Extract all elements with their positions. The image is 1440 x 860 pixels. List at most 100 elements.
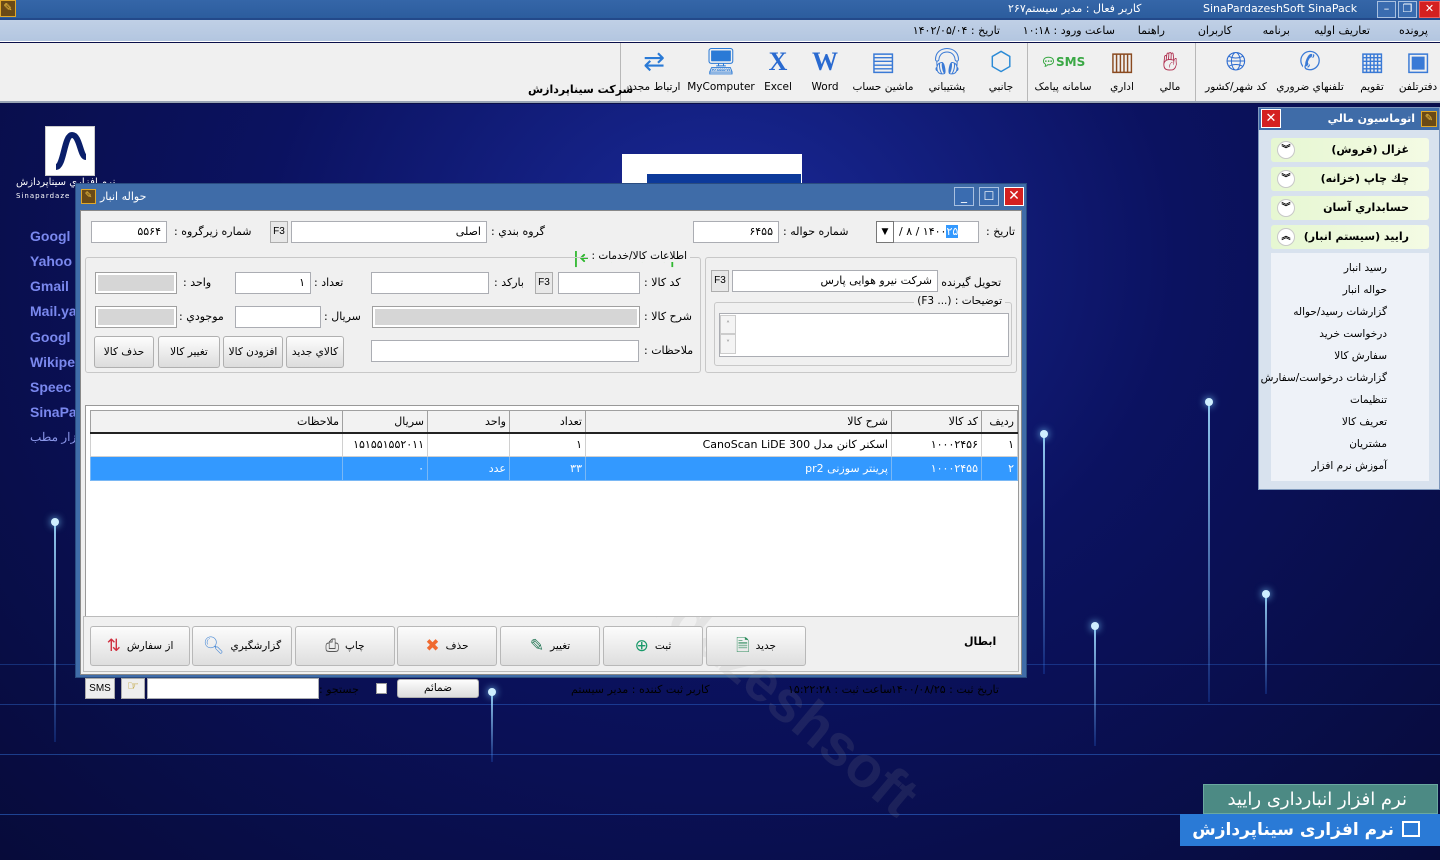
attachments-button[interactable]: ضمائم (397, 679, 479, 698)
group-ghazal-sales[interactable]: غزال (فروش) ︾ (1271, 138, 1429, 162)
toolbar-area-codes[interactable]: 🌐︎ کد شهر/کشور (1200, 43, 1272, 101)
submenu-item[interactable]: تنظیمات (1350, 394, 1387, 406)
item-lookup-button[interactable]: F3 (535, 272, 553, 294)
stock-label: موجودي : (179, 310, 224, 323)
add-item-button[interactable]: افزودن کالا (223, 336, 283, 368)
pointer-hand-icon[interactable]: ☞ (121, 678, 145, 699)
chevron-down-icon[interactable]: ︾ (1277, 141, 1295, 159)
submenu-item[interactable]: مشتریان (1349, 438, 1387, 450)
search-input[interactable] (147, 678, 319, 699)
toolbar-word[interactable]: W Word (804, 43, 846, 101)
dialog-maximize-button[interactable]: ☐ (979, 187, 999, 206)
menu-help[interactable]: راهنما (1138, 24, 1165, 37)
maximize-button[interactable]: ❐ (1398, 1, 1417, 18)
date-field[interactable]: / ۸ / ۱۴۰۰۲۵ (893, 221, 979, 243)
toolbar-emergency-phones[interactable]: ✆ تلفنهاي ضروري (1272, 43, 1348, 101)
desktop-link[interactable]: Gmail (30, 278, 69, 294)
receiver-lookup-button[interactable]: F3 (711, 270, 729, 292)
edit-button[interactable]: تغییر✎ (500, 626, 600, 666)
subgroup-field[interactable]: ۵۵۶۴ (91, 221, 167, 243)
delete-button[interactable]: حذف✖ (397, 626, 497, 666)
remarks-field[interactable] (371, 340, 639, 362)
quantity-field[interactable]: ۱ (235, 272, 311, 294)
toolbar-finance[interactable]: ✋︎ مالي (1148, 43, 1192, 101)
column-header-remarks[interactable]: ملاحظات (90, 410, 343, 434)
menu-file[interactable]: پرونده (1399, 24, 1428, 37)
toolbar-support[interactable]: 🎧︎ پشتیباني (920, 43, 974, 101)
menu-program[interactable]: برنامه (1263, 24, 1290, 37)
table-row[interactable]: ۱ ۱۰۰۰۲۴۵۶ اسکنر کانن مدل CanoScan LiDE … (90, 432, 1018, 457)
receiver-field[interactable]: شرکت نیرو هوایی پارس (732, 270, 938, 292)
submenu-item[interactable]: حواله انبار (1343, 284, 1387, 296)
column-header-quantity[interactable]: تعداد (509, 410, 586, 434)
desktop-link[interactable]: زار مطب (30, 430, 76, 444)
menu-definitions[interactable]: تعاریف اولیه (1314, 24, 1370, 37)
from-order-button[interactable]: از سفارش⇅ (90, 626, 190, 666)
issue-number-field[interactable]: ۶۴۵۵ (693, 221, 779, 243)
toolbar-sms[interactable]: 💬︎SMS سامانه پیامک (1030, 43, 1096, 101)
column-header-item-code[interactable]: کد کالا (891, 410, 982, 434)
column-header-serial[interactable]: سریال (342, 410, 428, 434)
submenu-item[interactable]: درخواست خرید (1319, 328, 1387, 340)
grouping-field[interactable]: اصلی (291, 221, 487, 243)
submenu-item[interactable]: تعریف کالا (1342, 416, 1387, 428)
change-item-button[interactable]: تغییر کالا (158, 336, 220, 368)
desktop-link[interactable]: Speec (30, 379, 71, 395)
toolbar-admin[interactable]: ▥ اداري (1100, 43, 1144, 101)
desktop-link[interactable]: Wikipe (30, 354, 75, 370)
chevron-down-icon[interactable]: ︾ (1277, 170, 1295, 188)
print-button[interactable]: چاپ⎙ (295, 626, 395, 666)
toolbar-accessories[interactable]: ⬡ جانبي (980, 43, 1022, 101)
group-easy-accounting[interactable]: حسابداري آسان ︾ (1271, 196, 1429, 220)
item-code-field[interactable] (558, 272, 640, 294)
new-item-button[interactable]: کالاي جدید (286, 336, 344, 368)
column-header-description[interactable]: شرح کالا (585, 410, 892, 434)
toolbar-calendar[interactable]: ▦ تقویم (1350, 43, 1394, 101)
delete-item-button[interactable]: حذف کالا (94, 336, 154, 368)
desktop-link[interactable]: Mail.ya (30, 303, 77, 319)
toolbar-mycomputer[interactable]: 🖥︎ MyComputer (686, 43, 756, 101)
panel-close-button[interactable]: ✕ (1261, 109, 1281, 128)
desktop-link[interactable]: Googl (30, 228, 70, 244)
sms-button[interactable]: SMS (85, 678, 115, 699)
column-header-row-no[interactable]: ردیف (981, 410, 1018, 434)
search-checkbox[interactable] (376, 683, 387, 694)
group-rayid-inventory[interactable]: رايید (سیستم انبار) ︽ (1271, 225, 1429, 249)
submenu-item[interactable]: آموزش نرم افزار (1312, 460, 1387, 472)
cancel-link[interactable]: ابطال (964, 635, 996, 648)
desktop-link[interactable]: Yahoo (30, 253, 72, 269)
group-check-print[interactable]: چك چاپ (خزانه) ︾ (1271, 167, 1429, 191)
submenu-item[interactable]: گزارشات درخواست/سفارش (1261, 372, 1387, 384)
submenu-item[interactable]: رسید انبار (1344, 262, 1387, 274)
toolbar-phonebook[interactable]: ▣ دفترتلفن (1396, 43, 1440, 101)
dialog-minimize-button[interactable]: _ (954, 187, 974, 206)
notes-field[interactable] (719, 313, 1009, 357)
toolbar-calculator[interactable]: ▤ ماشین حساب (848, 43, 918, 101)
table-row-selected[interactable]: ۲ ۱۰۰۰۲۴۵۵ پرینتر سوزنی pr2 ۳۳ عدد ۰ (90, 456, 1018, 481)
chevron-up-icon[interactable]: ︽ (1277, 228, 1295, 246)
unit-label: واحد : (183, 276, 212, 289)
menu-users[interactable]: کاربران (1198, 24, 1232, 37)
submenu-item[interactable]: گزارشات رسید/حواله (1293, 306, 1387, 318)
grouping-lookup-button[interactable]: F3 (270, 221, 288, 243)
dialog-close-button[interactable]: ✕ (1004, 187, 1024, 206)
toolbar-excel[interactable]: X Excel (758, 43, 798, 101)
company-name: شرکت سیناپردازش (528, 83, 634, 96)
minimize-button[interactable]: – (1377, 1, 1396, 18)
submenu-item[interactable]: سفارش کالا (1334, 350, 1387, 362)
close-button[interactable]: ✕ (1419, 1, 1440, 18)
save-button[interactable]: ثبت⊕ (603, 626, 703, 666)
scroll-up-button[interactable]: ˄ (720, 315, 736, 334)
light-pillar (1091, 622, 1099, 746)
serial-field[interactable] (235, 306, 321, 328)
chevron-down-icon[interactable]: ︾ (1277, 199, 1295, 217)
scroll-down-button[interactable]: ˅ (720, 334, 736, 354)
barcode-field[interactable] (371, 272, 489, 294)
desktop-link[interactable]: SinaPa (30, 404, 77, 420)
dialog-icon: ✎ (81, 189, 96, 204)
reports-button[interactable]: گزارشگیري🔍︎ (192, 626, 292, 666)
desktop-link[interactable]: Googl (30, 329, 70, 345)
new-button[interactable]: جدید🗎︎ (706, 626, 806, 666)
date-dropdown-button[interactable]: ▼ (876, 221, 894, 243)
column-header-unit[interactable]: واحد (427, 410, 510, 434)
